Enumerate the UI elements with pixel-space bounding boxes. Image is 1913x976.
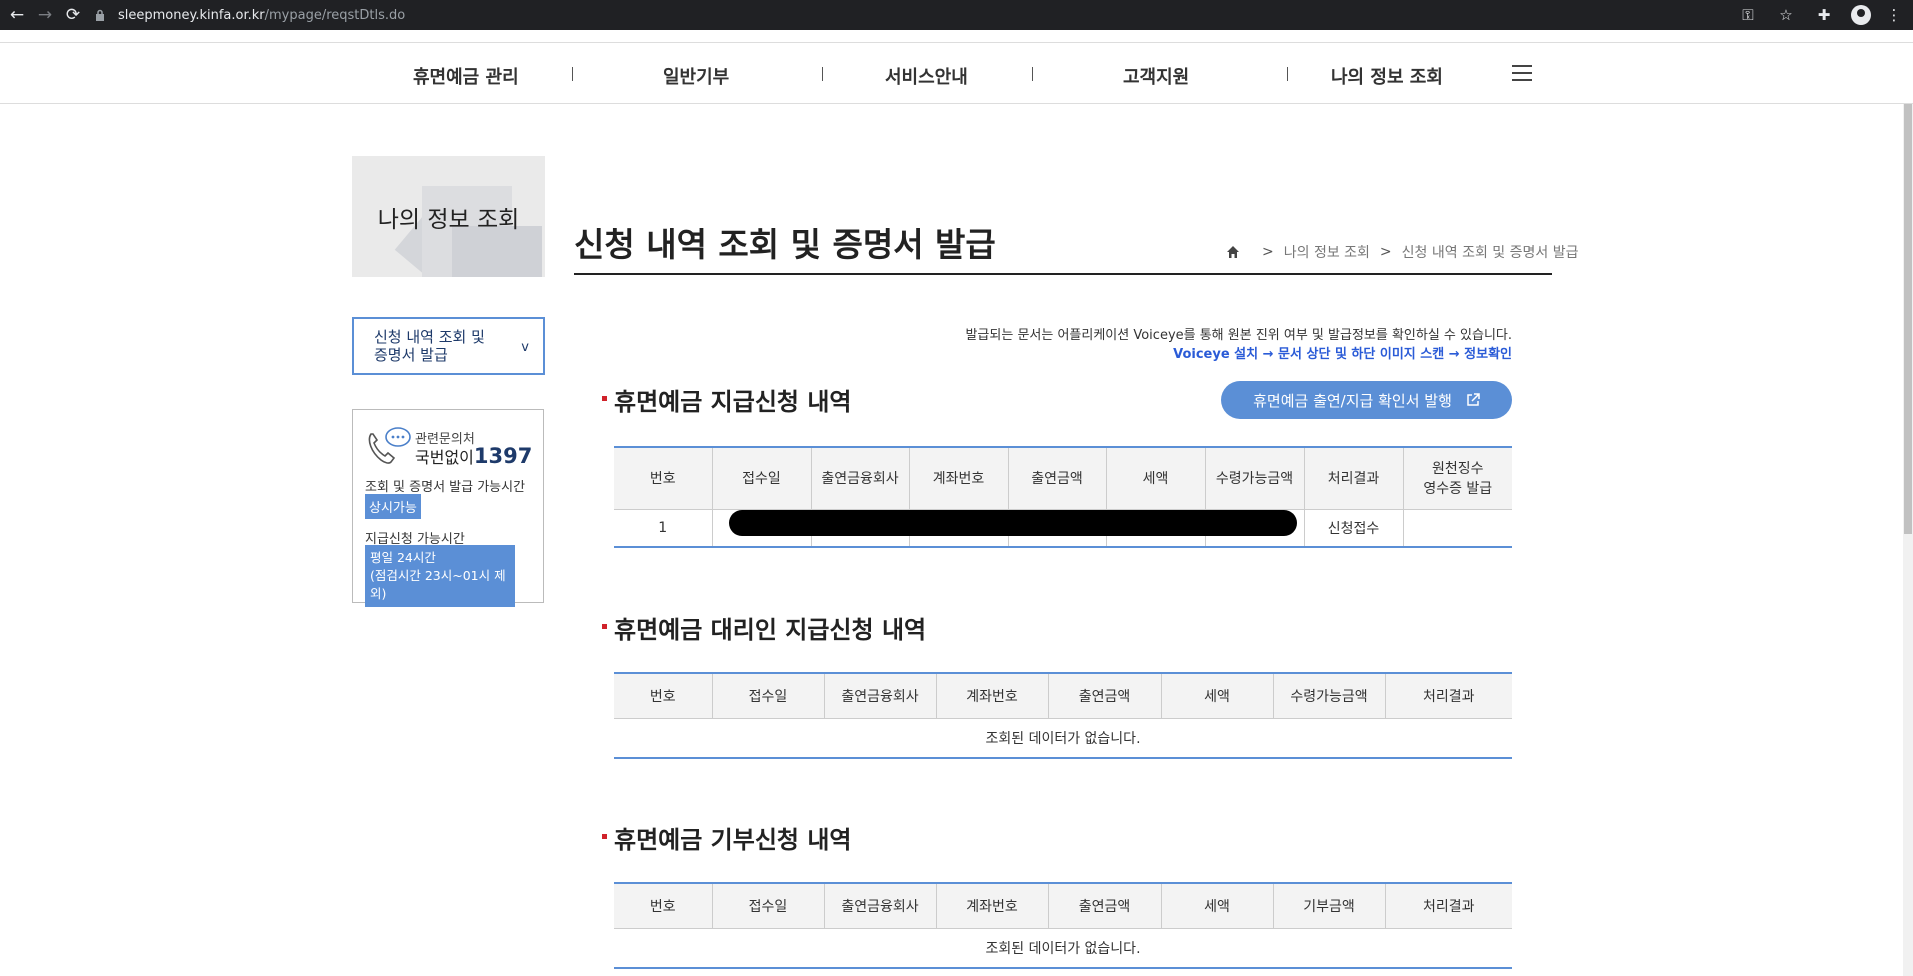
page-scrollbar[interactable] [1903, 104, 1913, 976]
nav-item-dormant-deposit[interactable]: 휴면예금 관리 [413, 63, 519, 89]
star-icon[interactable]: ☆ [1775, 4, 1797, 26]
lock-icon [92, 7, 108, 23]
redacted-area [729, 510, 1297, 536]
global-nav: 휴면예금 관리 일반기부 서비스안내 고객지원 나의 정보 조회 [0, 42, 1913, 104]
section-title-donation: 휴면예금 기부신청 내역 [602, 820, 852, 855]
phone-chat-icon [368, 427, 411, 464]
issue-certificate-button[interactable]: 휴면예금 출연/지급 확인서 발행 [1221, 381, 1512, 419]
nav-item-donation[interactable]: 일반기부 [663, 63, 729, 89]
side-menu-label-1: 신청 내역 조회 및 [374, 328, 485, 346]
empty-message: 조회된 데이터가 없습니다. [614, 717, 1512, 759]
extensions-icon[interactable]: ✚ [1813, 4, 1835, 26]
nav-divider [822, 67, 823, 81]
section-title-proxy: 휴면예금 대리인 지급신청 내역 [602, 610, 926, 645]
breadcrumb-item-current[interactable]: 신청 내역 조회 및 증명서 발급 [1402, 242, 1579, 262]
side-title-banner: 나의 정보 조회 [352, 156, 545, 277]
proxy-request-table: 번호 접수일 출연금융회사 계좌번호 출연금액 세액 수령가능금액 처리결과 조회된 데이… [614, 672, 1512, 759]
back-icon[interactable]: ← [6, 4, 28, 26]
external-link-icon [1467, 393, 1480, 406]
menu-dots-icon[interactable]: ⋮ [1883, 4, 1905, 26]
breadcrumb: > 나의 정보 조회 > 신청 내역 조회 및 증명서 발급 [1226, 242, 1578, 262]
hamburger-menu-icon[interactable] [1512, 65, 1532, 82]
nav-divider [572, 67, 573, 81]
title-divider [574, 273, 1552, 275]
contact-phone: 국번없이1397 [415, 444, 533, 468]
home-icon[interactable] [1226, 245, 1240, 259]
payment-hours-badge: 평일 24시간 (점검시간 23시~01시 제외) [365, 545, 515, 607]
section-title-payment: 휴면예금 지급신청 내역 [602, 382, 852, 417]
contact-info-box: 관련문의처 국번없이1397 조회 및 증명서 발급 가능시간 상시가능 지급신… [352, 409, 544, 607]
donation-request-table: 번호 접수일 출연금융회사 계좌번호 출연금액 세액 기부금액 처리결과 조회된 데이터가… [614, 882, 1512, 969]
browser-toolbar: ← → ⟳ sleepmoney.kinfa.or.kr/mypage/reqs… [0, 0, 1913, 30]
table-header-row: 번호 접수일 출연금융회사 계좌번호 출연금액 세액 기부금액 처리결과 [614, 882, 1512, 929]
nav-item-support[interactable]: 고객지원 [1123, 63, 1189, 89]
empty-message: 조회된 데이터가 없습니다. [614, 927, 1512, 969]
table-header-row: 번호 접수일 출연금융회사 계좌번호 출연금액 세액 수령가능금액 처리결과 [614, 672, 1512, 719]
cert-hours-label: 조회 및 증명서 발급 가능시간 [365, 480, 526, 495]
reload-icon[interactable]: ⟳ [62, 4, 84, 26]
profile-avatar-icon[interactable] [1851, 5, 1871, 25]
side-title: 나의 정보 조회 [377, 207, 520, 233]
table-header-row: 번호 접수일 출연금융회사 계좌번호 출연금액 세액 수령가능금액 처리결과 원천징수 영수… [614, 446, 1512, 510]
voiceye-steps: Voiceye 설치 → 문서 상단 및 하단 이미지 스캔 → 정보확인 [1173, 347, 1512, 362]
voiceye-notice: 발급되는 문서는 어플리케이션 Voiceye를 통해 원본 진위 여부 및 발… [965, 328, 1512, 343]
url-path: /mypage/reqstDtls.do [264, 7, 406, 23]
side-menu-current[interactable]: 신청 내역 조회 및 증명서 발급 v [352, 317, 545, 375]
side-menu-label-2: 증명서 발급 [374, 346, 448, 364]
cert-hours-badge: 상시가능 [365, 494, 421, 519]
chevron-down-icon: v [521, 340, 529, 355]
page-title: 신청 내역 조회 및 증명서 발급 [574, 225, 996, 264]
nav-divider [1287, 67, 1288, 81]
table-row: 조회된 데이터가 없습니다. [614, 927, 1512, 969]
address-bar[interactable]: sleepmoney.kinfa.or.kr/mypage/reqstDtls.… [92, 3, 1737, 27]
scrollbar-thumb[interactable] [1904, 104, 1912, 534]
nav-item-my-info[interactable]: 나의 정보 조회 [1331, 63, 1443, 89]
breadcrumb-item-my-info[interactable]: 나의 정보 조회 [1284, 242, 1370, 262]
url-host: sleepmoney.kinfa.or.kr [118, 7, 265, 23]
key-icon[interactable]: ⚿ [1737, 4, 1759, 26]
table-row: 조회된 데이터가 없습니다. [614, 717, 1512, 759]
status-result: 신청접수 [1303, 508, 1404, 548]
nav-item-service[interactable]: 서비스안내 [885, 63, 968, 89]
nav-divider [1032, 67, 1033, 81]
forward-icon[interactable]: → [34, 4, 56, 26]
